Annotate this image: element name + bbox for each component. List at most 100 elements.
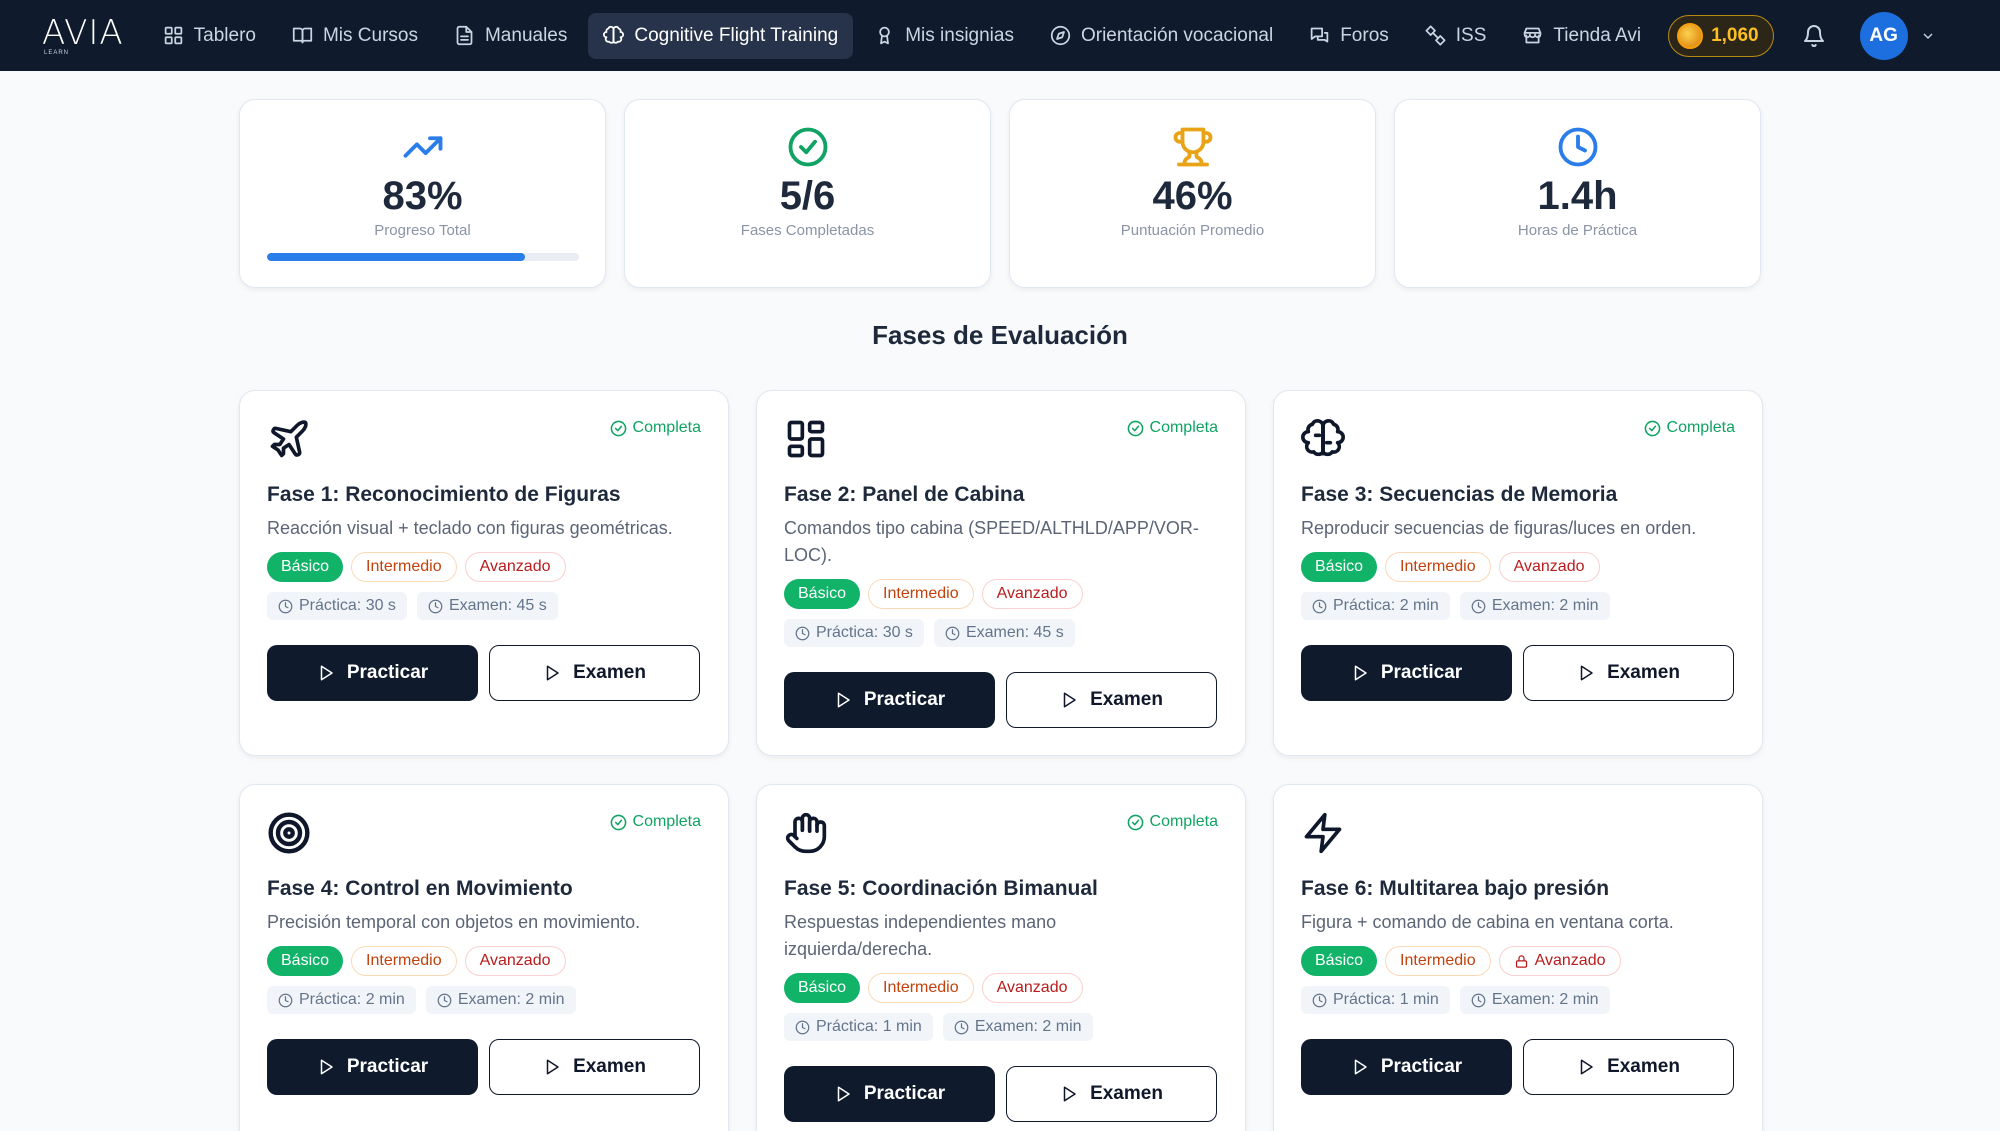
check-circle-icon <box>1127 814 1143 830</box>
level-badge-intermediate[interactable]: Intermedio <box>1385 552 1491 582</box>
practice-duration: Práctica: 2 min <box>267 986 416 1014</box>
stat-label: Fases Completadas <box>740 222 875 239</box>
practice-duration-label: Práctica: 30 s <box>816 624 913 641</box>
nav-item-tienda-avi[interactable]: Tienda Avi <box>1507 13 1656 59</box>
clock-icon <box>954 1020 969 1034</box>
check-circle-icon <box>610 814 626 830</box>
avatar[interactable]: AG <box>1859 11 1908 60</box>
practice-duration-label: Práctica: 2 min <box>1333 597 1439 614</box>
phase-title: Fase 3: Secuencias de Memoria <box>1301 483 1618 506</box>
nav-item-iss[interactable]: ISS <box>1410 13 1502 59</box>
clock-icon <box>1471 599 1486 613</box>
exam-button[interactable]: Examen <box>1006 1066 1217 1122</box>
brain-icon <box>603 25 625 44</box>
phase-card-5: Completa Fase 5: Coordinación Bimanual R… <box>756 784 1246 1131</box>
exam-duration: Examen: 2 min <box>1459 592 1610 620</box>
status-label: Completa <box>1149 419 1218 436</box>
play-icon <box>320 1059 333 1075</box>
status-complete: Completa <box>1127 419 1218 437</box>
level-badge-intermediate[interactable]: Intermedio <box>351 946 457 976</box>
nav-item-foros[interactable]: Foros <box>1294 13 1404 59</box>
exam-button-label: Examen <box>1607 1056 1680 1077</box>
level-badge-intermediate[interactable]: Intermedio <box>351 552 457 582</box>
bell-icon[interactable] <box>1802 24 1826 48</box>
clock-icon <box>1312 993 1327 1007</box>
progress-bar-fill <box>266 253 526 261</box>
practice-duration: Práctica: 30 s <box>784 619 924 647</box>
nav-item-label: Mis insignias <box>905 24 1014 46</box>
chat-icon <box>1310 27 1329 43</box>
clock-icon <box>1471 993 1486 1007</box>
level-badge-basic[interactable]: Básico <box>784 579 861 609</box>
level-badge-advanced-locked[interactable]: Avanzado <box>1498 946 1621 976</box>
practice-button-label: Practicar <box>346 662 429 683</box>
practice-button[interactable]: Practicar <box>784 1066 995 1122</box>
exam-duration: Examen: 2 min <box>425 986 576 1014</box>
nav-item-orientacion-vocacional[interactable]: Orientación vocacional <box>1035 13 1288 59</box>
exam-duration: Examen: 45 s <box>416 592 558 620</box>
level-badge-basic[interactable]: Básico <box>267 552 344 582</box>
level-badge-intermediate[interactable]: Intermedio <box>868 579 974 609</box>
play-icon <box>1063 1086 1076 1102</box>
level-badge-basic[interactable]: Básico <box>1301 946 1378 976</box>
logo-subtext: LEARN <box>44 49 70 56</box>
nav-item-mis-cursos[interactable]: Mis Cursos <box>277 13 433 59</box>
level-badge-advanced[interactable]: Avanzado <box>1498 552 1600 582</box>
coins-balance[interactable]: 1,060 <box>1668 14 1774 57</box>
exam-button[interactable]: Examen <box>1523 1039 1734 1095</box>
level-badge-intermediate[interactable]: Intermedio <box>868 973 974 1003</box>
check-circle-icon <box>610 420 626 436</box>
practice-button[interactable]: Practicar <box>267 1039 478 1095</box>
nav-item-cognitive-flight-training[interactable]: Cognitive Flight Training <box>588 12 854 59</box>
phase-title: Fase 2: Panel de Cabina <box>784 483 1025 506</box>
play-icon <box>546 1059 559 1075</box>
exam-button[interactable]: Examen <box>1523 645 1734 701</box>
practice-duration-label: Práctica: 30 s <box>299 597 396 614</box>
clock-icon <box>278 599 293 613</box>
status-label: Completa <box>632 813 701 830</box>
status-complete: Completa <box>1644 419 1735 437</box>
phase-description: Respuestas independientes mano izquierda… <box>784 912 1057 959</box>
stat-card-hours: 1.4h Horas de Práctica <box>1394 99 1761 288</box>
book-icon <box>292 27 313 44</box>
nav-item-tablero[interactable]: Tablero <box>148 13 271 59</box>
logo[interactable]: AVIA LEARN <box>42 16 124 56</box>
level-badge-advanced[interactable]: Avanzado <box>464 946 566 976</box>
document-icon <box>456 25 473 46</box>
play-icon <box>1580 665 1593 681</box>
practice-button[interactable]: Practicar <box>267 645 478 701</box>
practice-button[interactable]: Practicar <box>1301 645 1512 701</box>
grid-icon <box>787 420 825 458</box>
stat-label: Progreso Total <box>374 222 471 239</box>
practice-button[interactable]: Practicar <box>1301 1039 1512 1095</box>
clock-icon <box>428 599 443 613</box>
level-badge-basic[interactable]: Básico <box>1301 552 1378 582</box>
status-complete: Completa <box>610 813 701 831</box>
level-badge-advanced[interactable]: Avanzado <box>981 579 1083 609</box>
exam-button[interactable]: Examen <box>489 645 700 701</box>
phase-description: Reproducir secuencias de figuras/luces e… <box>1301 518 1697 538</box>
lightning-icon <box>1304 812 1342 854</box>
level-badge-advanced[interactable]: Avanzado <box>464 552 566 582</box>
practice-duration: Práctica: 1 min <box>784 1013 933 1041</box>
practice-button[interactable]: Practicar <box>784 672 995 728</box>
exam-button[interactable]: Examen <box>1006 672 1217 728</box>
coins-value: 1,060 <box>1711 24 1759 46</box>
level-badge-label: Avanzado <box>1534 952 1606 969</box>
level-badge-basic[interactable]: Básico <box>267 946 344 976</box>
play-icon <box>1354 1059 1367 1075</box>
nav-item-mis-insignias[interactable]: Mis insignias <box>859 13 1029 59</box>
nav-item-manuales[interactable]: Manuales <box>439 13 582 59</box>
level-badge-intermediate[interactable]: Intermedio <box>1385 946 1491 976</box>
status-complete: Completa <box>1127 813 1218 831</box>
section-title: Fases de Evaluación <box>872 320 1128 350</box>
exam-button[interactable]: Examen <box>489 1039 700 1095</box>
exam-duration-label: Examen: 2 min <box>974 1018 1082 1035</box>
chevron-down-icon[interactable] <box>1920 28 1936 44</box>
play-icon <box>1580 1059 1593 1075</box>
phase-title: Fase 4: Control en Movimiento <box>267 877 573 900</box>
phase-description: Comandos tipo cabina (SPEED/ALTHLD/APP/V… <box>784 518 1199 565</box>
level-badge-basic[interactable]: Básico <box>784 973 861 1003</box>
level-badge-advanced[interactable]: Avanzado <box>981 973 1083 1003</box>
progress-bar <box>266 253 579 261</box>
